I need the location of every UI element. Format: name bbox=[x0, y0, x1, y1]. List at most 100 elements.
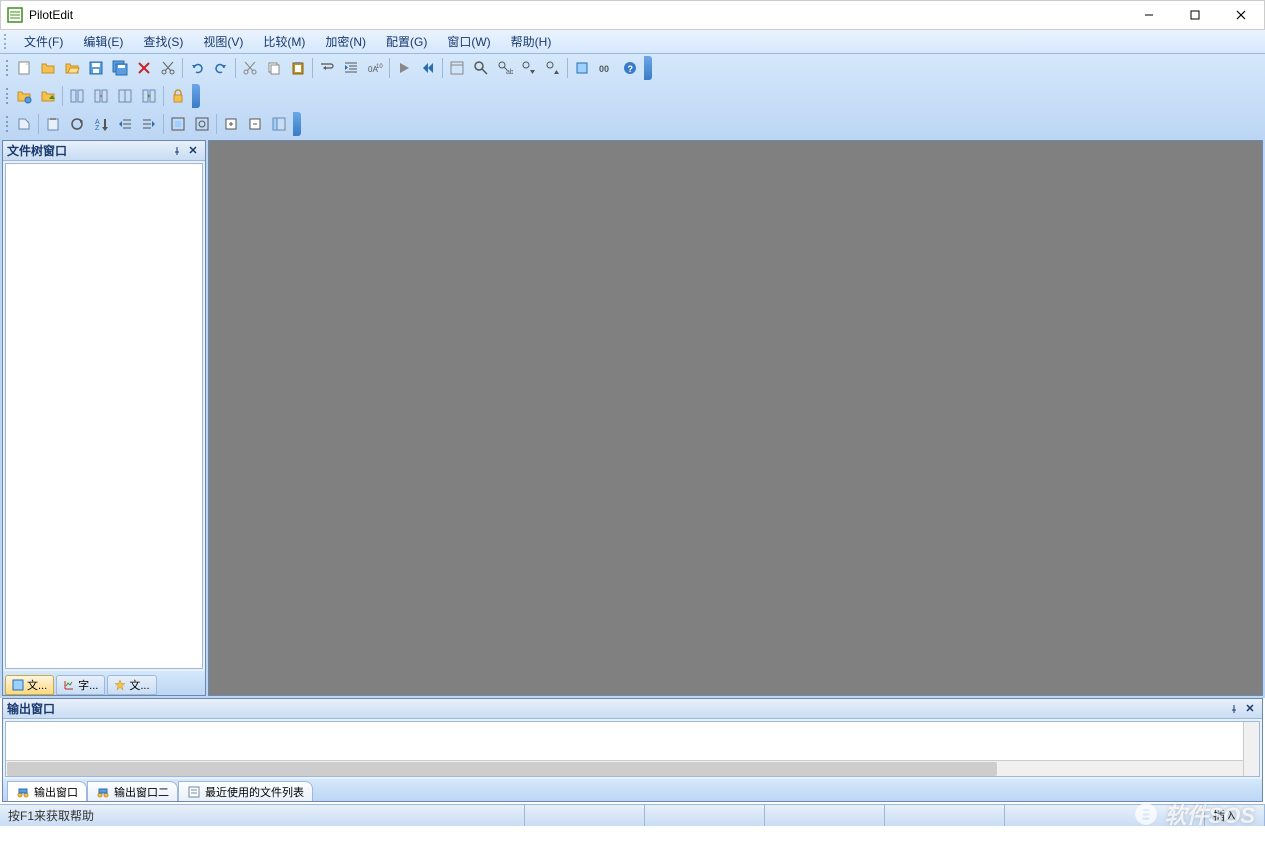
word-wrap-button[interactable] bbox=[316, 57, 338, 79]
find-next-button[interactable] bbox=[518, 57, 540, 79]
bookmark-button[interactable] bbox=[571, 57, 593, 79]
help-button[interactable]: ? bbox=[619, 57, 641, 79]
toolbar-overflow[interactable] bbox=[293, 112, 301, 136]
tag-button[interactable] bbox=[13, 113, 35, 135]
clipboard-button[interactable] bbox=[42, 113, 64, 135]
paste-button[interactable] bbox=[287, 57, 309, 79]
merge-button[interactable] bbox=[114, 85, 136, 107]
close-panel-icon[interactable]: ✕ bbox=[1242, 701, 1258, 717]
pin-icon[interactable] bbox=[169, 143, 185, 159]
toolbar-grip[interactable] bbox=[4, 85, 10, 107]
maximize-button[interactable] bbox=[1172, 0, 1218, 30]
close-panel-icon[interactable]: ✕ bbox=[185, 143, 201, 159]
reload-button[interactable] bbox=[66, 113, 88, 135]
svg-text:Z: Z bbox=[95, 125, 100, 132]
status-help: 按F1来获取帮助 bbox=[0, 805, 525, 826]
zoom-button[interactable] bbox=[191, 113, 213, 135]
menu-file[interactable]: 文件(F) bbox=[14, 30, 73, 53]
sort-button[interactable]: AZ bbox=[90, 113, 112, 135]
find-prev-button[interactable] bbox=[542, 57, 564, 79]
tab-output2[interactable]: 输出窗口二 bbox=[87, 781, 178, 801]
menu-config[interactable]: 配置(G) bbox=[376, 30, 437, 53]
close-button[interactable] bbox=[1218, 0, 1264, 30]
ftp-upload-button[interactable] bbox=[37, 85, 59, 107]
file-tree-title: 文件树窗口 bbox=[7, 142, 67, 159]
toolbar-grip[interactable] bbox=[4, 57, 10, 79]
prev-button[interactable] bbox=[417, 57, 439, 79]
menu-grip[interactable] bbox=[4, 33, 10, 51]
output-panel: 输出窗口 ✕ 输出窗口 输出窗口二 最近使用的文件列表 bbox=[2, 698, 1263, 802]
editor-area[interactable] bbox=[208, 140, 1263, 696]
menu-window[interactable]: 窗口(W) bbox=[437, 30, 500, 53]
menu-help[interactable]: 帮助(H) bbox=[501, 30, 562, 53]
status-bar: 按F1来获取帮助 插入 bbox=[0, 804, 1265, 826]
status-cell-4 bbox=[885, 805, 1005, 826]
svg-text:00: 00 bbox=[599, 64, 609, 74]
pin-icon[interactable] bbox=[1226, 701, 1242, 717]
cut2-button[interactable] bbox=[239, 57, 261, 79]
toolbar-row-2 bbox=[0, 82, 1265, 110]
toolbar-grip[interactable] bbox=[4, 113, 10, 135]
output-header: 输出窗口 ✕ bbox=[3, 699, 1262, 719]
copy-button[interactable] bbox=[263, 57, 285, 79]
expand-button[interactable] bbox=[220, 113, 242, 135]
file-tree-header: 文件树窗口 ✕ bbox=[3, 141, 205, 161]
output-title: 输出窗口 bbox=[7, 700, 55, 717]
collapse-button[interactable] bbox=[244, 113, 266, 135]
cut-button[interactable] bbox=[157, 57, 179, 79]
status-cell-5 bbox=[1005, 805, 1205, 826]
indent2-button[interactable] bbox=[138, 113, 160, 135]
new-file-button[interactable] bbox=[13, 57, 35, 79]
open-file-button[interactable] bbox=[61, 57, 83, 79]
fullscreen-button[interactable] bbox=[167, 113, 189, 135]
open-folder-button[interactable] bbox=[37, 57, 59, 79]
outdent-button[interactable] bbox=[114, 113, 136, 135]
file-tree-panel: 文件树窗口 ✕ 文... 字... 文... bbox=[2, 140, 206, 696]
v-scrollbar[interactable] bbox=[1243, 722, 1259, 776]
delete-button[interactable] bbox=[133, 57, 155, 79]
status-mode: 插入 bbox=[1205, 805, 1265, 826]
run-button[interactable] bbox=[393, 57, 415, 79]
tab-output1[interactable]: 输出窗口 bbox=[7, 781, 87, 801]
redo-button[interactable] bbox=[210, 57, 232, 79]
output-tabs: 输出窗口 输出窗口二 最近使用的文件列表 bbox=[3, 779, 1262, 801]
menu-edit[interactable]: 编辑(E) bbox=[73, 30, 133, 53]
find-replace-button[interactable]: ab bbox=[494, 57, 516, 79]
indent-button[interactable] bbox=[340, 57, 362, 79]
toolbar-row-3: AZ bbox=[0, 110, 1265, 138]
menu-bar: 文件(F) 编辑(E) 查找(S) 视图(V) 比较(M) 加密(N) 配置(G… bbox=[0, 30, 1265, 54]
compare-button[interactable] bbox=[66, 85, 88, 107]
toolbar-overflow[interactable] bbox=[192, 84, 200, 108]
toolbar-area: 0A10 ab 00 ? AZ bbox=[0, 54, 1265, 138]
undo-button[interactable] bbox=[186, 57, 208, 79]
output-body[interactable] bbox=[5, 721, 1260, 777]
save-all-button[interactable] bbox=[109, 57, 131, 79]
status-cell-1 bbox=[525, 805, 645, 826]
status-cell-2 bbox=[645, 805, 765, 826]
panel-button[interactable] bbox=[268, 113, 290, 135]
svg-text:ab: ab bbox=[506, 69, 513, 76]
code-button[interactable]: 00 bbox=[595, 57, 617, 79]
save-button[interactable] bbox=[85, 57, 107, 79]
toolbar-row-1: 0A10 ab 00 ? bbox=[0, 54, 1265, 82]
app-title: PilotEdit bbox=[29, 8, 1126, 22]
minimize-button[interactable] bbox=[1126, 0, 1172, 30]
ftp-connect-button[interactable] bbox=[13, 85, 35, 107]
tool-a-button[interactable] bbox=[446, 57, 468, 79]
sync-button[interactable] bbox=[138, 85, 160, 107]
h-scrollbar[interactable] bbox=[6, 760, 1243, 776]
lock-button[interactable] bbox=[167, 85, 189, 107]
tab-files[interactable]: 文... bbox=[5, 675, 54, 695]
file-tree-body[interactable] bbox=[5, 163, 203, 669]
tab-favorites[interactable]: 文... bbox=[107, 675, 156, 695]
tab-chars[interactable]: 字... bbox=[56, 675, 105, 695]
tab-recent[interactable]: 最近使用的文件列表 bbox=[178, 781, 313, 801]
find-button[interactable] bbox=[470, 57, 492, 79]
compare-dir-button[interactable] bbox=[90, 85, 112, 107]
menu-search[interactable]: 查找(S) bbox=[133, 30, 193, 53]
menu-encrypt[interactable]: 加密(N) bbox=[315, 30, 376, 53]
menu-view[interactable]: 视图(V) bbox=[193, 30, 253, 53]
hex-button[interactable]: 0A10 bbox=[364, 57, 386, 79]
toolbar-overflow[interactable] bbox=[644, 56, 652, 80]
menu-compare[interactable]: 比较(M) bbox=[253, 30, 315, 53]
